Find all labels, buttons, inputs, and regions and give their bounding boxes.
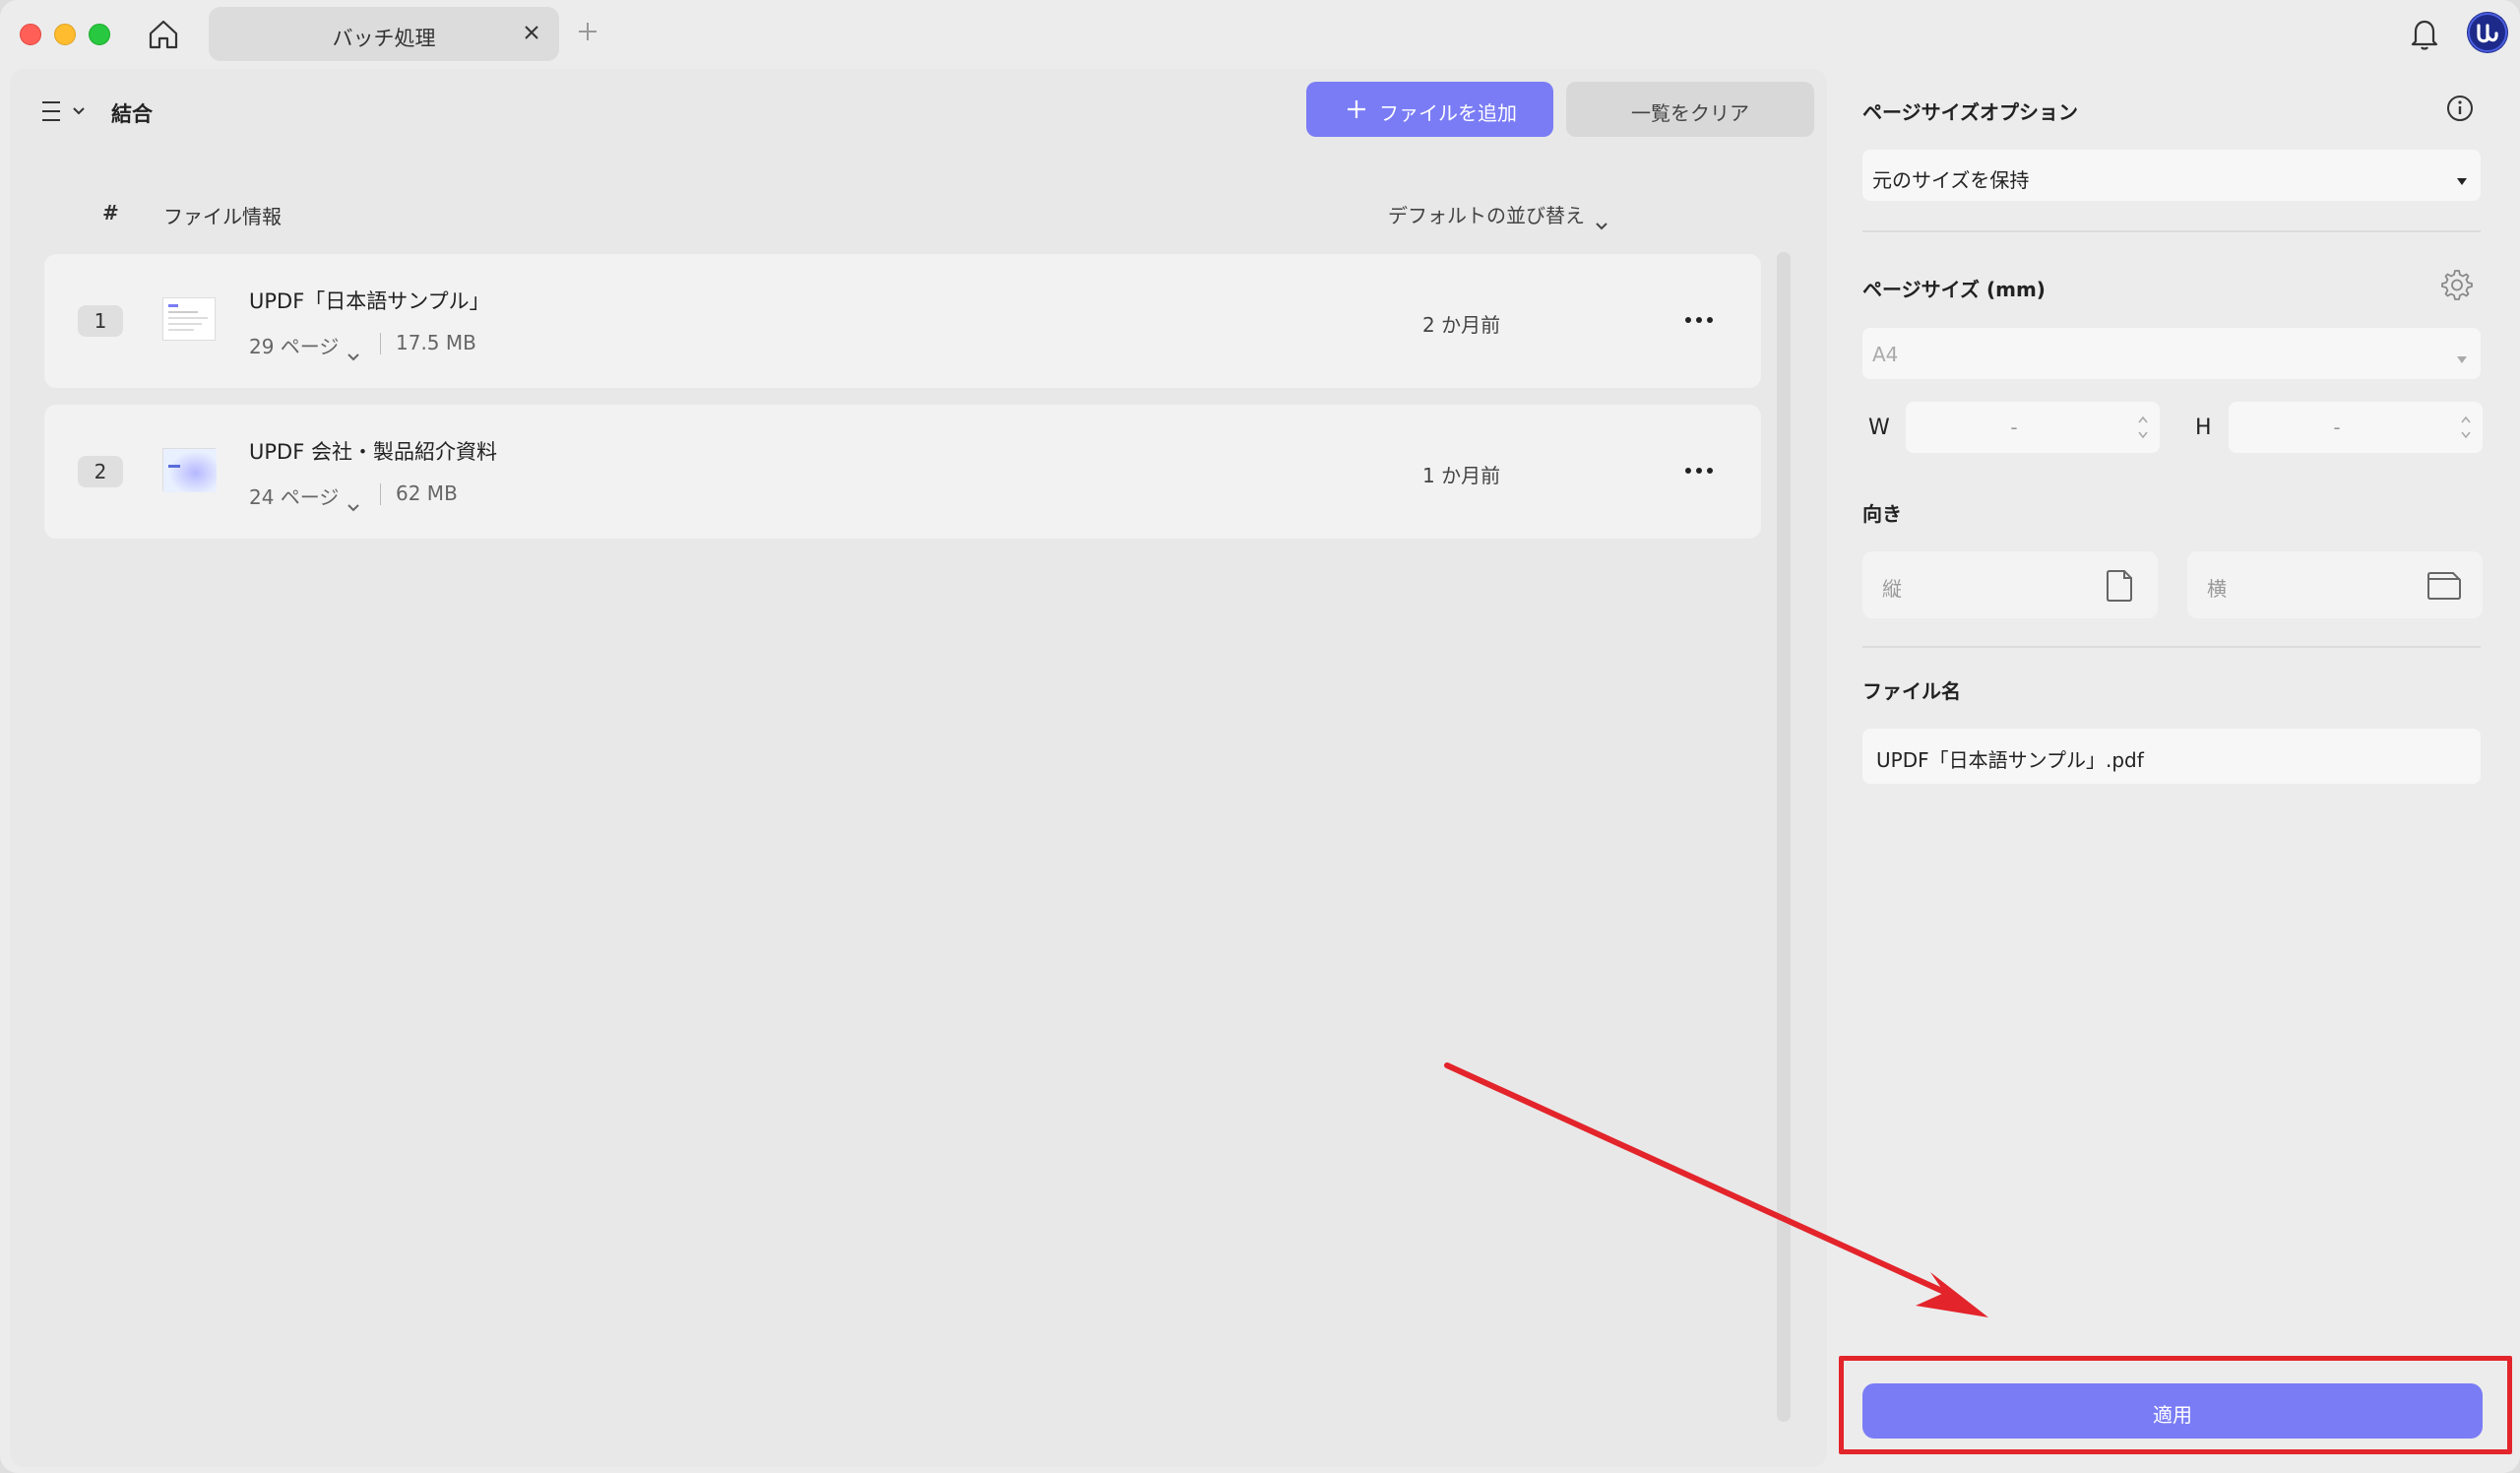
more-options-icon[interactable] — [1683, 460, 1715, 481]
page-size-option-label: ページサイズオプション — [1862, 100, 2078, 124]
file-name: UPDF「日本語サンプル」 — [249, 289, 490, 313]
caret-down-icon — [2457, 350, 2467, 363]
landscape-label: 横 — [2207, 577, 2227, 601]
height-label: H — [2195, 416, 2212, 440]
file-size: 62 MB — [396, 481, 458, 505]
width-label: W — [1868, 416, 1890, 440]
avatar[interactable] — [2467, 12, 2508, 53]
plus-icon — [1346, 98, 1367, 120]
divider — [380, 333, 381, 354]
title-bar: バッチ処理 — [0, 0, 2520, 69]
divider — [380, 483, 381, 505]
landscape-button[interactable]: 横 — [2187, 551, 2483, 618]
column-header-file-info: ファイル情報 — [163, 205, 282, 228]
bell-icon[interactable] — [2408, 16, 2441, 51]
width-value: - — [2010, 416, 2018, 439]
chevron-down-icon — [1595, 213, 1608, 229]
page-count: 29 ページ — [249, 335, 340, 358]
stepper-arrows-icon[interactable] — [2459, 412, 2473, 443]
file-name: UPDF 会社・製品紹介資料 — [249, 440, 497, 464]
add-file-label: ファイルを追加 — [1379, 101, 1517, 125]
orientation-label: 向き — [1862, 502, 1902, 526]
maximize-window-button[interactable] — [89, 24, 110, 45]
file-date: 1 か月前 — [1422, 464, 1501, 487]
row-number: 1 — [78, 305, 123, 337]
clear-list-label: 一覧をクリア — [1631, 101, 1749, 125]
sort-label: デフォルトの並び替え — [1388, 204, 1585, 227]
page-size-label: ページサイズ (mm) — [1862, 278, 2046, 301]
file-thumbnail — [162, 448, 217, 492]
page-count-dropdown[interactable]: 29 ページ — [249, 331, 360, 360]
page-size-value: A4 — [1872, 343, 1899, 366]
gear-icon[interactable] — [2439, 268, 2473, 301]
page-size-option-value: 元のサイズを保持 — [1872, 168, 2030, 192]
tab-batch-process[interactable]: バッチ処理 — [209, 7, 559, 61]
scrollbar[interactable] — [1777, 252, 1791, 1422]
width-stepper[interactable]: - — [1906, 402, 2160, 453]
height-value: - — [2333, 416, 2341, 439]
portrait-button[interactable]: 縦 — [1862, 551, 2158, 618]
row-number: 2 — [78, 456, 123, 487]
file-date: 2 か月前 — [1422, 313, 1501, 337]
height-stepper[interactable]: - — [2229, 402, 2483, 453]
divider — [1862, 230, 2481, 232]
home-icon[interactable] — [146, 17, 181, 52]
info-icon[interactable] — [2445, 94, 2475, 123]
chevron-down-icon — [346, 344, 360, 360]
options-panel: ページサイズオプション 元のサイズを保持 ページサイズ (mm) A4 W - … — [1837, 69, 2520, 1473]
landscape-page-icon — [2426, 571, 2463, 605]
close-tab-icon[interactable] — [521, 22, 542, 43]
file-thumbnail — [162, 297, 216, 341]
clear-list-button[interactable]: 一覧をクリア — [1566, 82, 1814, 137]
page-count-dropdown[interactable]: 24 ページ — [249, 481, 360, 511]
minimize-window-button[interactable] — [54, 24, 76, 45]
column-header-number: # — [102, 201, 119, 224]
page-count: 24 ページ — [249, 485, 340, 509]
close-window-button[interactable] — [20, 24, 41, 45]
file-row[interactable]: 2 UPDF 会社・製品紹介資料 24 ページ 62 MB 1 か月前 — [44, 405, 1761, 539]
portrait-label: 縦 — [1882, 577, 1902, 601]
chevron-down-icon — [346, 494, 360, 511]
stepper-arrows-icon[interactable] — [2136, 412, 2150, 443]
annotation-highlight-box — [1839, 1356, 2512, 1454]
file-size: 17.5 MB — [396, 331, 476, 354]
file-row[interactable]: 1 UPDF「日本語サンプル」 29 ページ 17.5 MB 2 か月前 — [44, 254, 1761, 388]
filename-value: UPDF「日本語サンプル」.pdf — [1876, 748, 2144, 772]
portrait-page-icon — [2105, 569, 2134, 607]
mode-label: 結合 — [111, 102, 153, 126]
divider — [1862, 646, 2481, 648]
filename-label: ファイル名 — [1862, 679, 1961, 703]
more-options-icon[interactable] — [1683, 309, 1715, 331]
filename-input[interactable]: UPDF「日本語サンプル」.pdf — [1862, 729, 2481, 784]
app-window: バッチ処理 結合 ファイルを追加 一覧をクリア # ファイル情報 デフォルトの並… — [0, 0, 2520, 1473]
sort-dropdown[interactable]: デフォルトの並び替え — [1388, 200, 1608, 229]
add-file-button[interactable]: ファイルを追加 — [1306, 82, 1553, 137]
page-size-select[interactable]: A4 — [1862, 328, 2481, 379]
new-tab-icon[interactable] — [576, 20, 599, 43]
tab-label: バッチ処理 — [332, 27, 436, 50]
mode-menu-button[interactable] — [39, 96, 94, 126]
caret-down-icon — [2457, 171, 2467, 185]
file-list-panel: 結合 ファイルを追加 一覧をクリア # ファイル情報 デフォルトの並び替え 1 — [10, 69, 1827, 1467]
page-size-option-select[interactable]: 元のサイズを保持 — [1862, 150, 2481, 201]
